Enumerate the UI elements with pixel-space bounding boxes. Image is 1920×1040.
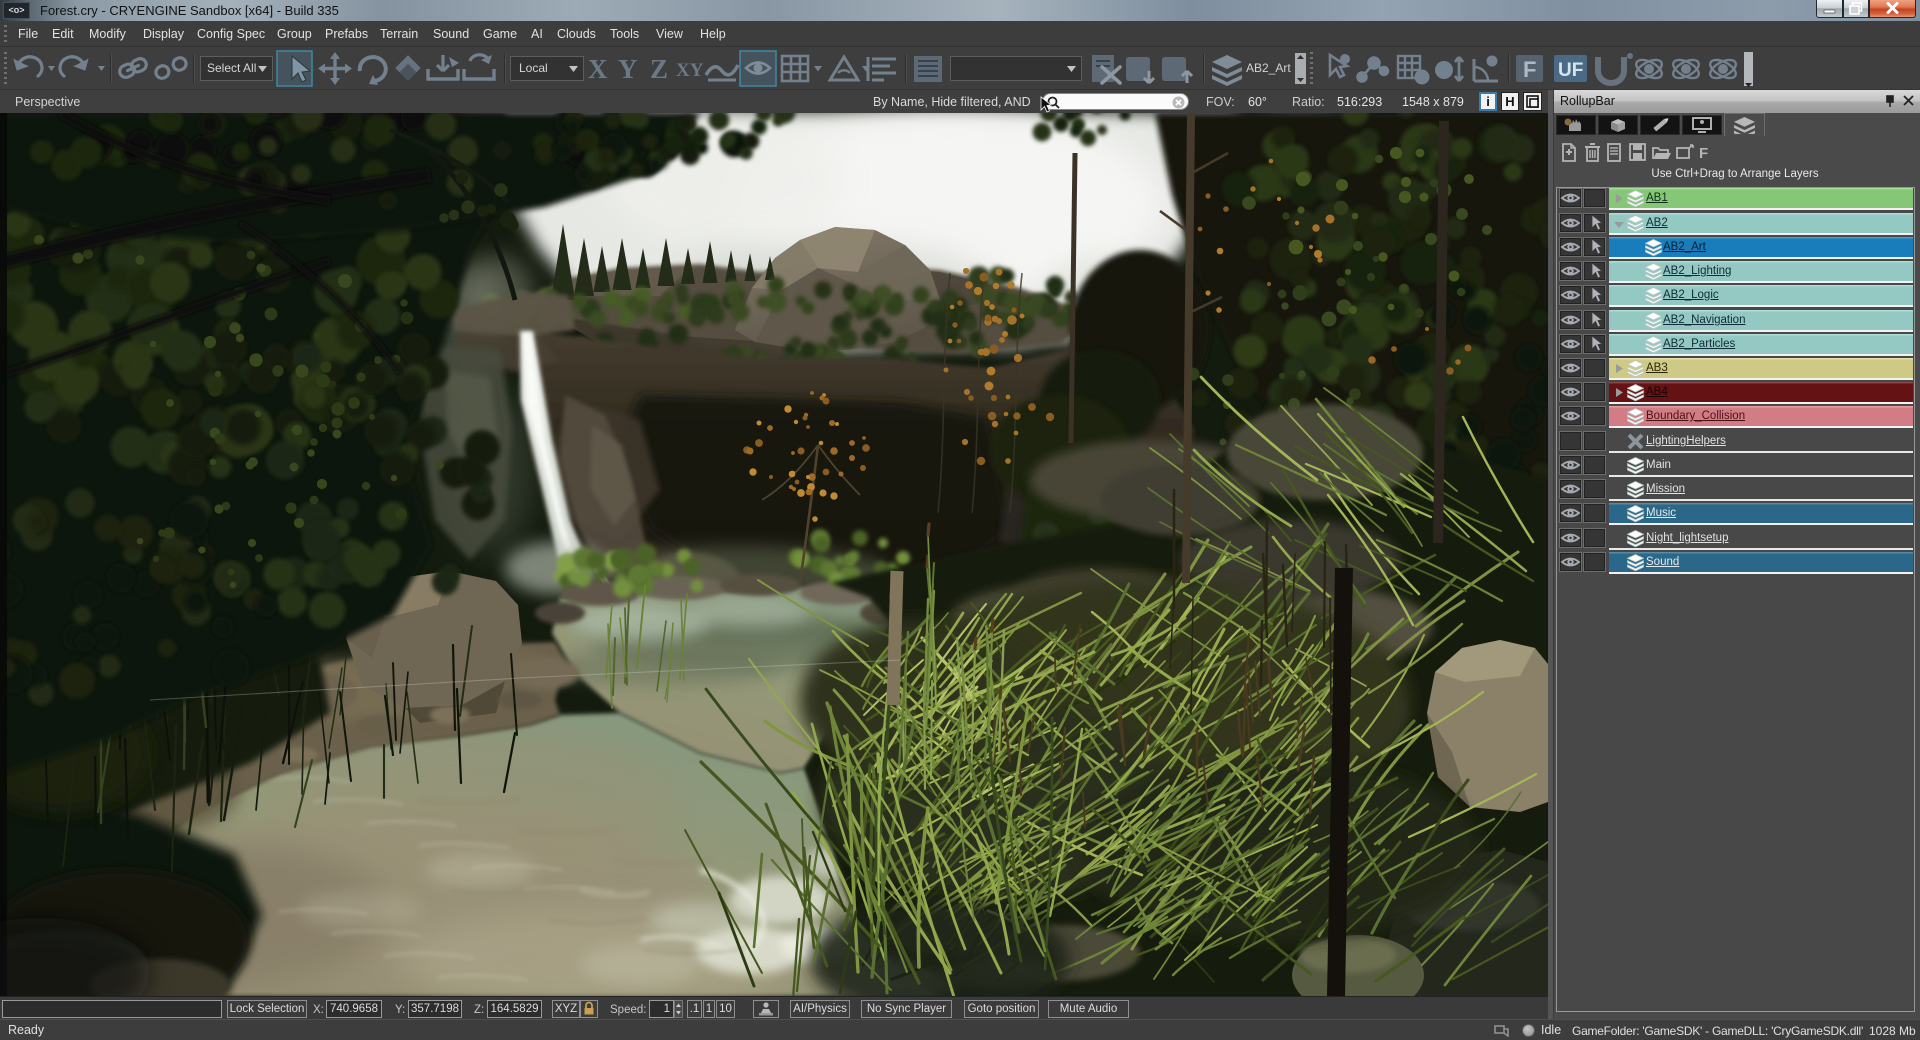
svg-text:F: F — [1699, 145, 1708, 162]
svg-text:F: F — [1523, 57, 1536, 82]
svg-text:UF: UF — [1558, 60, 1583, 81]
svg-text:Y: Y — [618, 54, 638, 84]
svg-text:X: X — [588, 54, 608, 84]
svg-text:XY: XY — [676, 60, 704, 81]
svg-text:Z: Z — [650, 54, 668, 84]
